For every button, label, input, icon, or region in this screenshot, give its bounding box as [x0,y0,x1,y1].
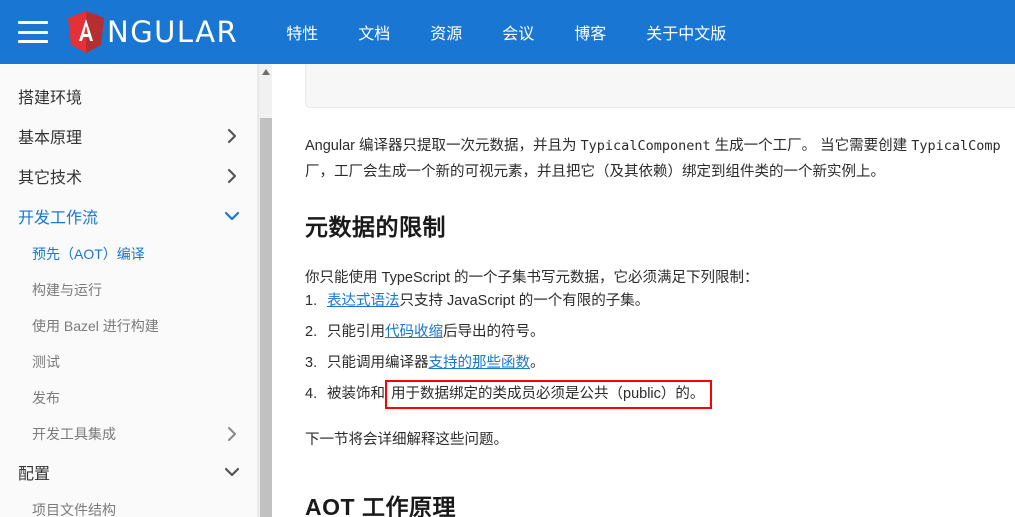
list-item-text: 被装饰和 用于数据绑定的类成员必须是公共（public）的。 [327,380,945,409]
list-item-text: 表达式语法只支持 JavaScript 的一个有限的子集。 [327,289,945,313]
no-chevron [221,279,243,301]
sidebar-item-file-structure[interactable]: 项目文件结构 [0,492,257,517]
para1-text-b: 生成一个工厂。 当它需要创建 [710,137,912,154]
no-chevron [221,351,243,373]
para1-code-typicalcomp: TypicalComp [911,137,1001,154]
chevron-right-icon[interactable] [221,423,243,445]
nav-link-blog[interactable]: 博客 [572,14,608,50]
sidebar-item-build-and-serve[interactable]: 构建与运行 [0,272,257,308]
sidebar-item-label: 项目文件结构 [32,502,116,517]
sidebar-item-aot-compiler[interactable]: 预先（AOT）编译 [0,236,257,272]
code-block: } [305,64,1015,108]
list-item-text: 只能调用编译器支持的那些函数。 [327,351,945,375]
heading-metadata-restrictions: 元数据的限制 [305,214,446,241]
scroll-up-arrow-icon[interactable] [259,64,273,80]
sidebar-item-techniques[interactable]: 其它技术 [0,156,257,196]
nav-link-resources[interactable]: 资源 [428,14,464,50]
sidebar-item-setup[interactable]: 搭建环境 [0,76,257,116]
link-supported-functions[interactable]: 支持的那些函数 [429,355,531,371]
list-item-text: 只能引用代码收缩后导出的符号。 [327,320,945,344]
list-item-number: 2. [305,324,318,340]
sidebar-item-label: 基本原理 [18,130,83,147]
list-item-rest: 后导出的符号。 [443,324,545,340]
list-item-pre: 被装饰和 [327,386,385,402]
scroll-thumb[interactable] [260,118,272,517]
list-item-number: 3. [305,355,318,371]
list-item: 4. 被装饰和 用于数据绑定的类成员必须是公共（public）的。 [305,380,945,409]
sidebar-item-label: 使用 Bazel 进行构建 [32,318,159,334]
no-chevron [221,85,243,107]
paragraph-compiler-intro: Angular 编译器只提取一次元数据，并且为 TypicalComponent… [305,133,1015,185]
para1-text-c: 厂，工厂会生成一个新的可视元素，并且把它（及其依赖）绑定到组件类的一个新实例上。 [305,163,885,180]
list-item: 3. 只能调用编译器支持的那些函数。 [305,351,945,375]
link-expression-syntax[interactable]: 表达式语法 [327,293,400,309]
sidebar-item-bazel[interactable]: 使用 Bazel 进行构建 [0,308,257,344]
sidebar-scrollbar[interactable] [258,64,272,517]
hamburger-menu-icon[interactable] [18,21,48,43]
highlight-annotation-box: 用于数据绑定的类成员必须是公共（public）的。 [385,380,713,409]
heading-aot-how-it-works: AOT 工作原理 [305,494,456,517]
paragraph-next-section: 下一节将会详细解释这些问题。 [305,431,508,448]
para1-text-a: Angular 编译器只提取一次元数据，并且为 [305,137,581,154]
sidebar-item-label: 开发工具集成 [32,426,116,442]
hamburger-bar-2 [18,30,48,34]
sidebar-item-testing[interactable]: 测试 [0,344,257,380]
hamburger-bar-3 [18,40,48,43]
chevron-right-icon[interactable] [221,165,243,187]
list-item-pre: 只能引用 [327,324,385,340]
no-chevron [221,243,243,265]
no-chevron [221,387,243,409]
sidebar-item-label: 配置 [18,466,51,483]
list-item: 1. 表达式语法只支持 JavaScript 的一个有限的子集。 [305,289,945,313]
angular-shield-logo [68,11,104,53]
list-item-rest: 只支持 JavaScript 的一个有限的子集。 [399,293,650,309]
chevron-right-icon[interactable] [221,125,243,147]
brand-text: NGULAR [107,15,239,49]
link-code-minification[interactable]: 代码收缩 [385,324,443,340]
list-item: 2. 只能引用代码收缩后导出的符号。 [305,320,945,344]
top-header: NGULAR 特性 文档 资源 会议 博客 关于中文版 [0,0,1015,64]
sidebar-nav-list: 搭建环境 基本原理 其它技术 开发工作流 预先（AOT）编译 构建与运行 使用 … [0,64,257,517]
sidebar-item-label: 搭建环境 [18,90,83,107]
sidebar-item-label: 其它技术 [18,170,83,187]
sidebar-item-label: 开发工作流 [18,210,99,227]
hamburger-bar-1 [18,21,48,24]
sidebar-item-label: 发布 [32,390,60,406]
list-item-pre: 只能调用编译器 [327,355,429,371]
nav-link-events[interactable]: 会议 [500,14,536,50]
sidebar-item-deployment[interactable]: 发布 [0,380,257,416]
main-content: } Angular 编译器只提取一次元数据，并且为 TypicalCompone… [273,64,1015,517]
header-nav: 特性 文档 资源 会议 博客 关于中文版 [284,14,728,50]
sidebar-item-devtool-integration[interactable]: 开发工具集成 [0,416,257,452]
list-item-number: 1. [305,293,318,309]
chevron-down-icon[interactable] [221,461,243,483]
nav-link-features[interactable]: 特性 [284,14,320,50]
sidebar-item-label: 构建与运行 [32,282,102,298]
sidebar-item-label: 测试 [32,354,60,370]
restrictions-list: 1. 表达式语法只支持 JavaScript 的一个有限的子集。 2. 只能引用… [305,289,945,416]
no-chevron [221,315,243,337]
sidebar-item-label: 预先（AOT）编译 [32,246,145,262]
sidebar-item-dev-workflow[interactable]: 开发工作流 [0,196,257,236]
sidebar-item-configuration[interactable]: 配置 [0,452,257,492]
chevron-down-icon[interactable] [221,205,243,227]
paragraph-typescript-subset: 你只能使用 TypeScript 的一个子集书写元数据，它必须满足下列限制： [305,269,759,286]
no-chevron [221,499,243,517]
nav-link-docs[interactable]: 文档 [356,14,392,50]
brand-logo-link[interactable]: NGULAR [66,10,238,54]
nav-link-about-cn[interactable]: 关于中文版 [644,14,728,50]
list-item-number: 4. [305,386,318,402]
list-item-rest: 。 [530,355,545,371]
sidebar: 搭建环境 基本原理 其它技术 开发工作流 预先（AOT）编译 构建与运行 使用 … [0,64,258,517]
para1-code-typicalcomponent: TypicalComponent [580,137,711,154]
sidebar-item-fundamentals[interactable]: 基本原理 [0,116,257,156]
